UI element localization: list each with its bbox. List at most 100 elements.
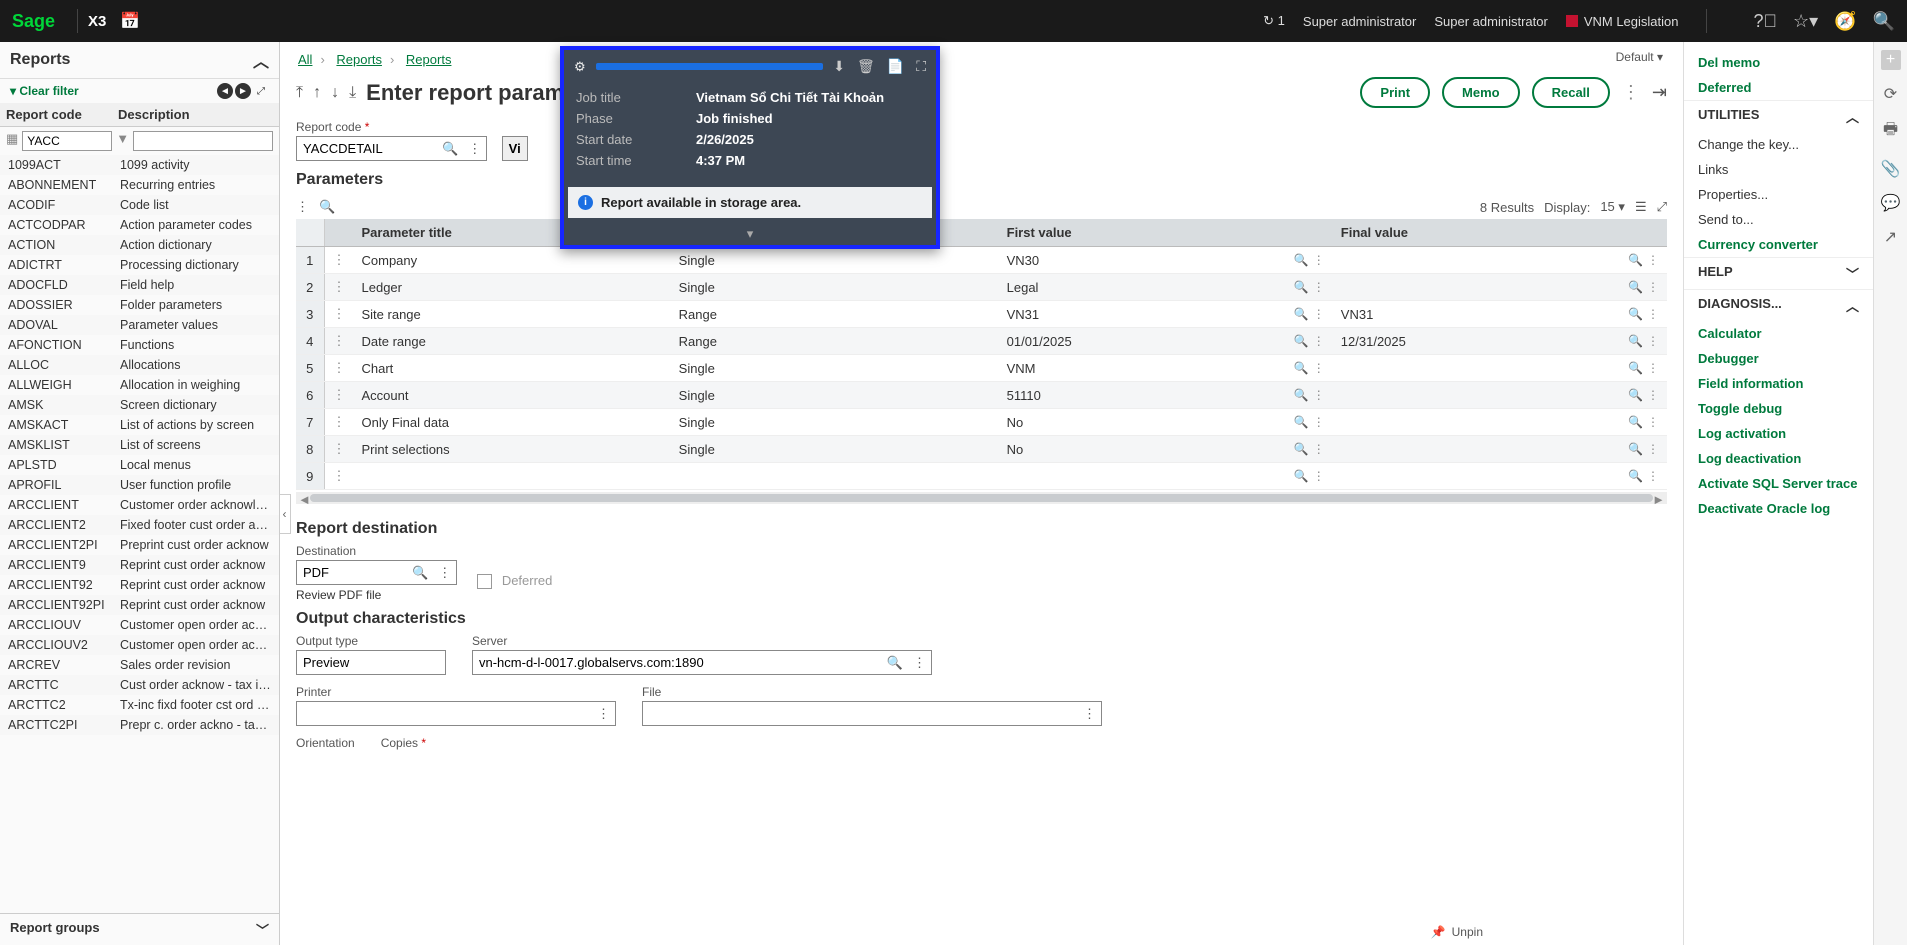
filter-icon[interactable]: ▦ [6, 131, 18, 151]
list-item[interactable]: ARCCLIENT92Reprint cust order acknow [0, 575, 279, 595]
list-item[interactable]: ADOVALParameter values [0, 315, 279, 335]
share-icon[interactable]: ↗ [1884, 227, 1897, 247]
lookup-icon[interactable]: 🔍 [437, 141, 463, 157]
help-icon[interactable]: ?⃝ [1753, 11, 1777, 32]
vi-button[interactable]: Vi [502, 136, 528, 161]
col-code-header[interactable]: Report code [6, 107, 118, 122]
unpin-control[interactable]: 📌 Unpin [1431, 925, 1483, 939]
diagnosis-link[interactable]: Log deactivation [1684, 446, 1873, 471]
bc-reports-2[interactable]: Reports [406, 52, 452, 67]
help-section[interactable]: HELP﹀ [1684, 257, 1873, 289]
utility-link[interactable]: Change the key... [1684, 132, 1873, 157]
add-icon[interactable]: + [1881, 50, 1901, 70]
more-icon[interactable]: ⋮ [1622, 82, 1640, 103]
refresh-indicator[interactable]: ↻ 1 [1263, 13, 1285, 29]
deferred-link[interactable]: Deferred [1684, 75, 1873, 100]
list-item[interactable]: ARCCLIENT2PIPreprint cust order acknow [0, 535, 279, 555]
list-item[interactable]: ARCCLIENT9Reprint cust order acknow [0, 555, 279, 575]
list-item[interactable]: AMSKACTList of actions by screen [0, 415, 279, 435]
table-row[interactable]: 3⋮Site rangeRangeVN31🔍⋮VN31🔍⋮ [296, 301, 1667, 328]
utility-link[interactable]: Links [1684, 157, 1873, 182]
compass-icon[interactable]: 🧭 [1834, 11, 1856, 32]
report-code-input[interactable] [297, 137, 437, 160]
list-item[interactable]: ARCTTC2Tx-inc fixd footer cst ord ack [0, 695, 279, 715]
bc-all[interactable]: All [298, 52, 312, 67]
table-row[interactable]: 1⋮CompanySingleVN30🔍⋮🔍⋮ [296, 247, 1667, 274]
bc-reports-1[interactable]: Reports [336, 52, 382, 67]
list-item[interactable]: ADOCFLDField help [0, 275, 279, 295]
nav-up-icon[interactable]: ↑ [313, 84, 321, 102]
list-item[interactable]: APLSTDLocal menus [0, 455, 279, 475]
calendar-icon[interactable]: 📅 [120, 11, 140, 31]
filter-desc-input[interactable] [133, 131, 273, 151]
nav-last-icon[interactable]: ⤓ [349, 84, 356, 102]
nav-down-icon[interactable]: ↓ [331, 84, 339, 102]
product-label[interactable]: X3 [88, 13, 106, 30]
lookup-icon[interactable]: 🔍 [407, 565, 433, 581]
utilities-section[interactable]: UTILITIES︿ [1684, 100, 1873, 132]
diagnosis-link[interactable]: Deactivate Oracle log [1684, 496, 1873, 521]
table-search-icon[interactable]: 🔍 [319, 199, 335, 215]
list-item[interactable]: AMSKLISTList of screens [0, 435, 279, 455]
delete-icon[interactable]: 🗑 [857, 58, 875, 75]
table-row[interactable]: 4⋮Date rangeRange01/01/2025🔍⋮12/31/2025🔍… [296, 328, 1667, 355]
field-menu-icon[interactable]: ⋮ [908, 655, 931, 671]
search-icon[interactable]: 🔍 [1873, 11, 1895, 32]
output-type-input[interactable] [296, 650, 446, 675]
expand-icon[interactable]: ⛶ [916, 58, 926, 75]
list-item[interactable]: ARCCLIENT92PIReprint cust order acknow [0, 595, 279, 615]
recall-button[interactable]: Recall [1532, 77, 1610, 108]
table-row[interactable]: 5⋮ChartSingleVNM🔍⋮🔍⋮ [296, 355, 1667, 382]
download-icon[interactable]: ⬇ [833, 58, 845, 75]
collapse-icon[interactable]: ︿ [253, 48, 269, 72]
expand-icon[interactable]: ⤢ [253, 83, 269, 99]
file-input[interactable] [643, 702, 1078, 725]
prev-icon[interactable]: ◄ [217, 83, 233, 99]
list-item[interactable]: ACTIONAction dictionary [0, 235, 279, 255]
copy-icon[interactable]: 📄 [887, 58, 904, 75]
diagnosis-link[interactable]: Activate SQL Server trace [1684, 471, 1873, 496]
utility-link[interactable]: Send to... [1684, 207, 1873, 232]
popup-drag-handle[interactable]: ▾ [564, 226, 936, 245]
th-first[interactable]: First value [999, 219, 1333, 247]
field-menu-icon[interactable]: ⋮ [1078, 706, 1101, 722]
deferred-checkbox[interactable] [477, 574, 492, 589]
list-item[interactable]: ADICTRTProcessing dictionary [0, 255, 279, 275]
list-item[interactable]: ARCCLIENTCustomer order acknowledge [0, 495, 279, 515]
lookup-icon[interactable]: 🔍 [882, 655, 908, 671]
utility-link[interactable]: Currency converter [1684, 232, 1873, 257]
expand-groups-icon[interactable]: ﹀ [256, 920, 269, 939]
legislation-badge[interactable]: VNM Legislation [1566, 14, 1679, 29]
user-label-2[interactable]: Super administrator [1434, 14, 1547, 29]
diagnosis-link[interactable]: Debugger [1684, 346, 1873, 371]
table-row[interactable]: 9⋮🔍⋮🔍⋮ [296, 463, 1667, 490]
default-dropdown[interactable]: Default ▾ [1616, 50, 1663, 64]
printer-input[interactable] [297, 702, 592, 725]
destination-input[interactable] [297, 561, 407, 584]
report-groups-label[interactable]: Report groups [10, 920, 100, 939]
attach-icon[interactable]: 📎 [1881, 159, 1901, 179]
review-pdf-link[interactable]: Review PDF file [296, 588, 457, 602]
list-item[interactable]: ARCCLIENT2Fixed footer cust order ackn [0, 515, 279, 535]
print-button[interactable]: Print [1360, 77, 1430, 108]
list-item[interactable]: AFONCTIONFunctions [0, 335, 279, 355]
list-item[interactable]: ARCCLIOUV2Customer open order acknow [0, 635, 279, 655]
table-hscroll[interactable]: ◄► [296, 492, 1667, 504]
print-icon[interactable]: 🖶 [1883, 118, 1898, 145]
filter-icon-2[interactable]: ▼ [116, 131, 129, 151]
diagnosis-link[interactable]: Toggle debug [1684, 396, 1873, 421]
list-item[interactable]: ARCTTCCust order acknow - tax inc [0, 675, 279, 695]
list-item[interactable]: ACODIFCode list [0, 195, 279, 215]
table-menu-icon[interactable]: ⋮ [296, 199, 309, 215]
list-item[interactable]: ABONNEMENTRecurring entries [0, 175, 279, 195]
list-item[interactable]: ACTCODPARAction parameter codes [0, 215, 279, 235]
field-menu-icon[interactable]: ⋮ [433, 565, 456, 581]
utility-link[interactable]: Properties... [1684, 182, 1873, 207]
table-row[interactable]: 6⋮AccountSingle51110🔍⋮🔍⋮ [296, 382, 1667, 409]
list-item[interactable]: ARCTTC2PIPrepr c. order ackno - tax inc [0, 715, 279, 735]
favorite-icon[interactable]: ☆▾ [1793, 11, 1818, 32]
user-label-1[interactable]: Super administrator [1303, 14, 1416, 29]
list-item[interactable]: ADOSSIERFolder parameters [0, 295, 279, 315]
diagnosis-section[interactable]: DIAGNOSIS...︿ [1684, 289, 1873, 321]
list-item[interactable]: ALLWEIGHAllocation in weighing [0, 375, 279, 395]
